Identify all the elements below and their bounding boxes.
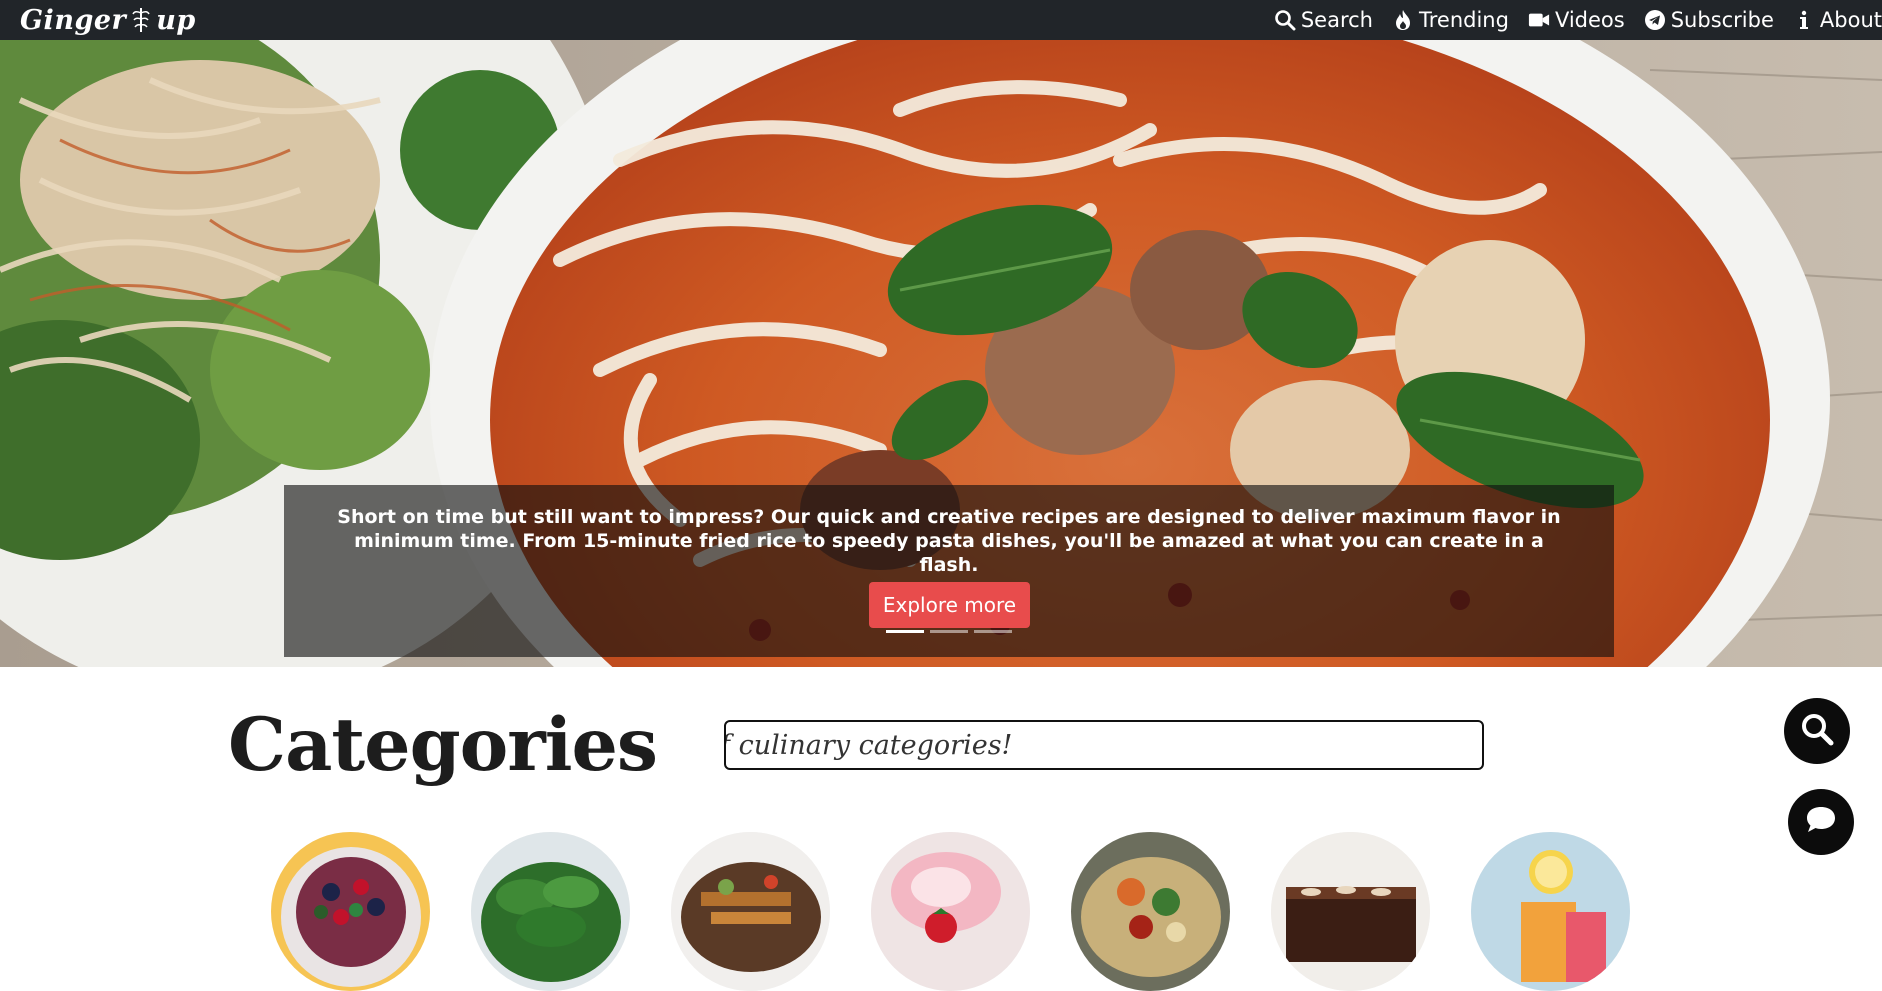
carousel-indicator-1[interactable] [886,630,924,633]
search-icon [1800,712,1834,750]
category-greens[interactable] [471,832,630,991]
nav-links: Search Trending Videos Subscribe About [1255,0,1882,40]
nav-search[interactable]: Search [1274,8,1373,32]
category-search-text: f culinary categories! [724,730,1013,761]
nav-about[interactable]: About [1793,8,1882,32]
navbar: Ginger up Search Trending Videos Subscri… [0,0,1882,40]
carousel-indicators [886,630,1018,633]
search-icon [1274,9,1296,31]
logo[interactable]: Ginger up [20,0,196,40]
nav-videos-label: Videos [1554,8,1625,32]
explore-more-button[interactable]: Explore more [869,582,1030,628]
nav-trending[interactable]: Trending [1392,8,1509,32]
category-search-input[interactable]: f culinary categories! [724,720,1484,770]
nav-search-label: Search [1300,8,1373,32]
video-camera-icon [1528,9,1550,31]
category-berry-bowl[interactable] [271,832,430,991]
nav-subscribe-label: Subscribe [1670,8,1774,32]
chat-bubble-icon [1804,804,1838,840]
caption-text: Short on time but still want to impress?… [337,506,1561,576]
category-list [271,832,1631,991]
nav-videos[interactable]: Videos [1528,8,1625,32]
nav-about-label: About [1819,8,1882,32]
logo-text-up: up [156,4,196,36]
hero-carousel[interactable]: Short on time but still want to impress?… [0,40,1882,667]
category-salads[interactable] [1071,832,1230,991]
telegram-icon [1644,9,1666,31]
floating-chat-button[interactable] [1788,789,1854,855]
fire-icon [1392,9,1414,31]
info-icon [1793,9,1815,31]
category-baking[interactable] [1271,832,1430,991]
carousel-indicator-3[interactable] [974,630,1012,633]
ginger-root-icon [130,5,152,35]
carousel-indicator-2[interactable] [930,630,968,633]
category-desserts[interactable] [871,832,1030,991]
nav-subscribe[interactable]: Subscribe [1644,8,1774,32]
category-drinks[interactable] [1471,832,1630,991]
category-grilled[interactable] [671,832,830,991]
categories-title: Categories [228,702,658,788]
floating-search-button[interactable] [1784,698,1850,764]
logo-text-ginger: Ginger [20,4,127,36]
nav-trending-label: Trending [1418,8,1509,32]
